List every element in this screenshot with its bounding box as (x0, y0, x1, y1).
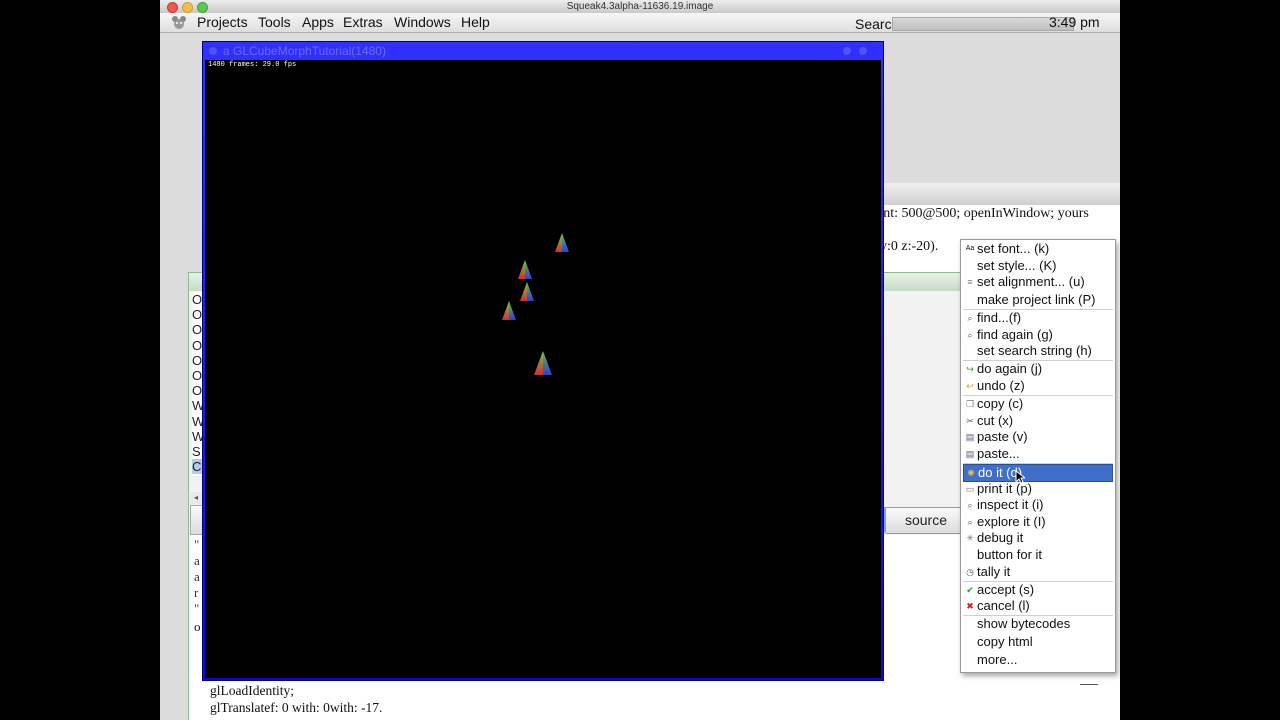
undo-icon: ↩ (966, 381, 974, 391)
code-fragment: " (194, 537, 200, 552)
workspace-line-1: ent: 500@500; openInWindow; yours (877, 206, 1089, 221)
menu-item-explore-it[interactable]: ⌕ explore it (I) (963, 514, 1113, 530)
menu-item-paste[interactable]: ▤ paste (v) (963, 429, 1113, 445)
code-fragment: " (194, 601, 200, 616)
workspace-titlebar[interactable] (879, 183, 1120, 206)
zoom-window-button[interactable] (197, 2, 208, 13)
menu-item-make-project-link[interactable]: make project link (P) (963, 292, 1113, 308)
menu-item-cancel[interactable]: ✖ cancel (l) (963, 598, 1113, 614)
code-line: glLoadIdentity; (210, 683, 294, 698)
gl-window-titlebar[interactable]: a GLCubeMorphTutorial(1480) (203, 42, 883, 60)
menu-apps[interactable]: Apps (302, 14, 334, 30)
menu-item-print-it[interactable]: ▭ print it (p) (963, 481, 1113, 497)
do-it-icon: ✺ (967, 468, 975, 478)
paste-more-icon: ▤ (965, 449, 975, 459)
menu-item-cut[interactable]: ✂ cut (x) (963, 413, 1113, 429)
context-menu: Aa set font... (k) set style... (K) ≡ set … (960, 239, 1116, 673)
pyramid (518, 260, 532, 279)
menu-item-show-bytecodes[interactable]: show bytecodes (963, 616, 1113, 632)
menu-item-find[interactable]: ⌕ find...(f) (963, 310, 1113, 326)
code-fragment: o (194, 619, 201, 634)
minimize-window-button[interactable] (182, 2, 193, 13)
accept-icon: ✔ (966, 585, 974, 595)
menu-tools[interactable]: Tools (258, 14, 291, 30)
clock: 3:49 pm (1049, 14, 1100, 30)
menu-item-accept[interactable]: ✔ accept (s) (963, 582, 1113, 598)
code-fragment: a (194, 569, 200, 584)
menu-item-set-search-string[interactable]: set search string (h) (963, 343, 1113, 359)
code-tail: glLoadIdentity; glTranslatef: 0 with: 0w… (210, 683, 382, 716)
code-fragment: r (194, 585, 199, 600)
menu-item-undo[interactable]: ↩ undo (z) (963, 378, 1113, 394)
source-button[interactable]: source (884, 507, 968, 534)
pyramid (534, 351, 552, 375)
divider (1080, 684, 1098, 685)
expand-icon[interactable] (859, 47, 867, 55)
squeak-menubar: Projects Tools Apps Extras Windows Help … (160, 13, 1120, 33)
desktop-screen: Squeak4.3alpha-11636.19.image Projects T… (160, 0, 1120, 720)
menu-item-paste-more[interactable]: ▤ paste... (963, 446, 1113, 462)
alignment-icon: ≡ (967, 277, 973, 287)
pyramid (555, 233, 569, 252)
menu-item-set-style[interactable]: set style... (K) (963, 258, 1113, 274)
menu-extras[interactable]: Extras (343, 14, 383, 30)
mouse-cursor-icon (1015, 470, 1025, 484)
menu-item-tally-it[interactable]: ◷ tally it (963, 564, 1113, 580)
menu-item-inspect-it[interactable]: ⌕ inspect it (i) (963, 497, 1113, 513)
menu-item-copy[interactable]: ❐ copy (c) (963, 396, 1113, 412)
menu-item-button-for-it[interactable]: button for it (963, 547, 1113, 563)
close-window-button[interactable] (167, 2, 178, 13)
gl-render-canvas[interactable]: 1480 frames: 29.0 fps (205, 60, 881, 678)
menu-item-find-again[interactable]: ⌕ find again (g) (963, 327, 1113, 343)
menu-item-do-again[interactable]: ↪ do again (j) (963, 361, 1113, 377)
menu-windows[interactable]: Windows (394, 14, 451, 30)
font-icon: Aa (965, 245, 975, 252)
menu-item-set-font[interactable]: Aa set font... (k) (963, 241, 1113, 257)
inspect-icon: ⌕ (967, 500, 973, 510)
cancel-icon: ✖ (966, 601, 974, 611)
squeak-logo-icon[interactable] (171, 15, 187, 30)
find-icon: ⌕ (967, 313, 973, 323)
menu-item-debug-it[interactable]: ✳ debug it (963, 530, 1113, 546)
menu-help[interactable]: Help (461, 14, 490, 30)
pyramid (520, 282, 534, 301)
menu-item-more[interactable]: more... (963, 652, 1113, 668)
paste-icon: ▤ (965, 432, 975, 442)
window-title: Squeak4.3alpha-11636.19.image (566, 1, 714, 12)
print-icon: ▭ (965, 484, 975, 494)
mac-window-titlebar: Squeak4.3alpha-11636.19.image (160, 0, 1120, 14)
search-input[interactable] (892, 17, 1074, 31)
explore-icon: ⌕ (967, 517, 973, 527)
code-line: glTranslatef: 0 with: 0with: -17. (210, 700, 383, 715)
gl-window-title: a GLCubeMorphTutorial(1480) (223, 44, 386, 58)
tally-icon: ◷ (966, 567, 974, 577)
find-again-icon: ⌕ (967, 330, 973, 340)
search-label: Searc (855, 16, 892, 32)
cut-icon: ✂ (966, 416, 974, 426)
workspace-line-2: y:0 z:-20). (880, 239, 939, 254)
menu-item-copy-html[interactable]: copy html (963, 634, 1113, 650)
debug-icon: ✳ (966, 533, 974, 543)
close-icon[interactable] (209, 47, 217, 55)
collapse-icon[interactable] (843, 47, 851, 55)
pyramid (502, 301, 516, 320)
menu-item-do-it[interactable]: ✺ do it (d) (963, 464, 1113, 482)
menu-item-set-alignment[interactable]: ≡ set alignment... (u) (963, 274, 1113, 290)
scroll-left-arrow-icon[interactable]: ◂ (190, 492, 202, 504)
code-fragment: a (194, 553, 200, 568)
menu-projects[interactable]: Projects (197, 14, 248, 30)
gl-scene (502, 233, 569, 375)
gl-cube-morph-window: a GLCubeMorphTutorial(1480) 1480 frames:… (202, 41, 884, 681)
do-again-icon: ↪ (966, 364, 974, 374)
copy-icon: ❐ (965, 399, 975, 409)
